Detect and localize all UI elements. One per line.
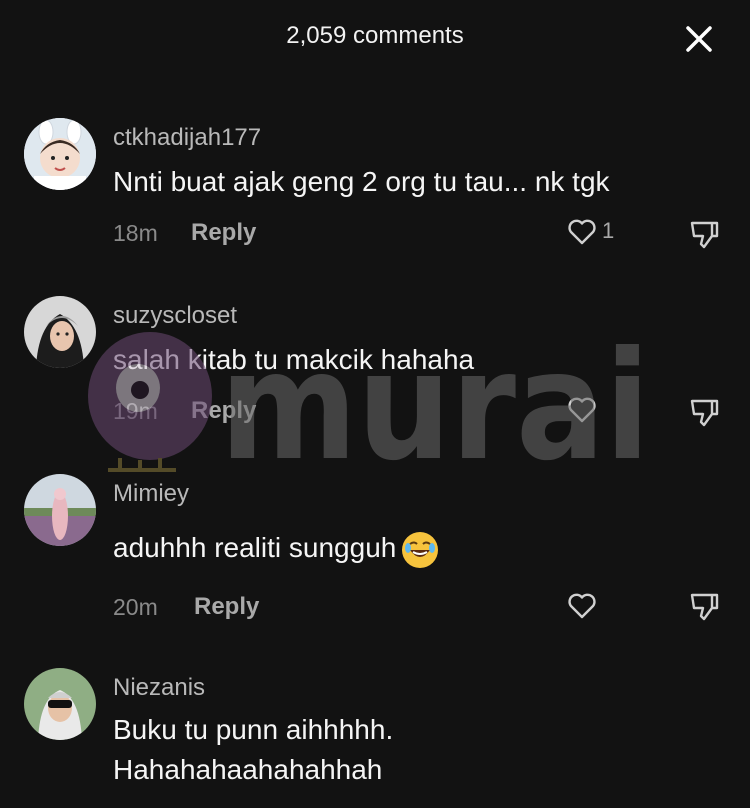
heart-icon: [568, 397, 596, 423]
comments-count-title: 2,059 comments: [286, 22, 464, 49]
like-button[interactable]: [566, 394, 626, 428]
comment-item: Niezanis Buku tu punn aihhhhh. Hahahahaa…: [0, 668, 750, 808]
comment-item: suzyscloset salah kitab tu makcik hahaha…: [0, 296, 750, 436]
like-button[interactable]: 1: [566, 216, 626, 250]
comment-text: Nnti buat ajak geng 2 org tu tau... nk t…: [113, 166, 610, 197]
avatar[interactable]: [24, 668, 96, 740]
comment-username[interactable]: suzyscloset: [113, 302, 237, 330]
laughing-emoji-icon: [402, 531, 439, 568]
comment-text-line-2: Hahahahaahahahhah: [113, 754, 383, 785]
comment-username[interactable]: Niezanis: [113, 674, 205, 702]
comment-text-line-1: Buku tu punn aihhhhh.: [113, 714, 394, 745]
comment-username[interactable]: ctkhadijah177: [113, 124, 261, 152]
comment-text: aduhhh realiti sungguh: [113, 528, 439, 568]
comment-timestamp: 20m: [113, 594, 158, 620]
reply-button[interactable]: Reply: [191, 397, 256, 425]
avatar[interactable]: [24, 474, 96, 546]
heart-icon: [568, 219, 596, 245]
thumbs-down-icon: [690, 593, 719, 621]
comment-timestamp: 19m: [113, 398, 158, 424]
comment-text-content: aduhhh realiti sungguh: [113, 532, 397, 563]
comment-timestamp: 18m: [113, 220, 158, 246]
reply-button[interactable]: Reply: [191, 219, 256, 247]
close-button[interactable]: [682, 22, 716, 56]
comment-item: Mimiey aduhhh realiti sungguh 20m Reply: [0, 474, 750, 634]
heart-icon: [568, 593, 596, 619]
like-button[interactable]: [566, 590, 626, 624]
reply-button[interactable]: Reply: [194, 593, 259, 621]
like-count: 1: [602, 218, 615, 243]
dislike-button[interactable]: [688, 590, 720, 622]
comment-text: salah kitab tu makcik hahaha: [113, 344, 475, 375]
avatar[interactable]: [24, 118, 96, 190]
dislike-button[interactable]: [688, 218, 720, 250]
thumbs-down-icon: [690, 399, 719, 427]
dislike-button[interactable]: [688, 396, 720, 428]
thumbs-down-icon: [690, 221, 719, 249]
comment-username[interactable]: Mimiey: [113, 480, 189, 508]
comment-item: ctkhadijah177 Nnti buat ajak geng 2 org …: [0, 118, 750, 258]
close-icon: [686, 26, 712, 52]
comments-header: 2,059 comments: [0, 0, 750, 78]
avatar[interactable]: [24, 296, 96, 368]
